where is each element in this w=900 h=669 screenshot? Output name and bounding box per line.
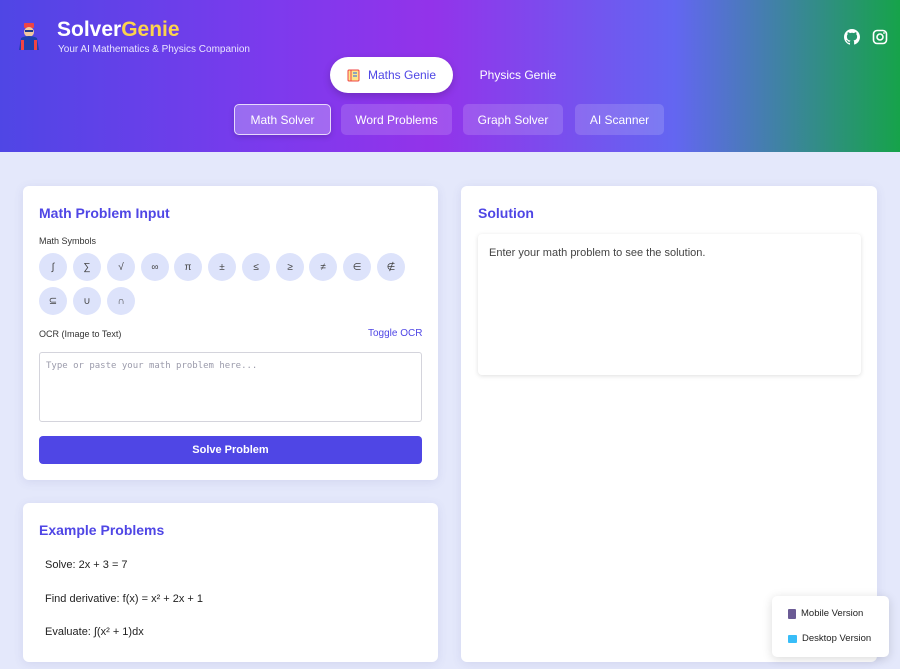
symbol-plusminus-button[interactable]: ± (208, 253, 236, 281)
symbol-sum-button[interactable]: ∑ (73, 253, 101, 281)
desktop-version-label: Desktop Version (802, 633, 872, 644)
math-problem-input[interactable] (39, 352, 422, 422)
subtab-ai-scanner[interactable]: AI Scanner (575, 104, 664, 135)
symbol-sqrt-button[interactable]: √ (107, 253, 135, 281)
symbol-in-button[interactable]: ∈ (343, 253, 371, 281)
solution-output: Enter your math problem to see the solut… (478, 234, 861, 375)
symbol-notin-button[interactable]: ∉ (377, 253, 405, 281)
ocr-label: OCR (Image to Text) (39, 329, 122, 339)
mobile-phone-icon (788, 608, 796, 619)
symbol-subseteq-button[interactable]: ⊆ (39, 287, 67, 315)
genie-logo-icon (19, 23, 39, 50)
math-symbols-label: Math Symbols (39, 236, 97, 246)
input-card-title: Math Problem Input (39, 205, 170, 221)
symbol-union-button[interactable]: ∪ (73, 287, 101, 315)
version-switcher: Mobile Version Desktop Version (772, 596, 889, 657)
mobile-version-label: Mobile Version (801, 608, 864, 619)
example-problem-item[interactable]: Find derivative: f(x) = x² + 2x + 1 (45, 593, 203, 605)
instagram-icon[interactable] (872, 29, 888, 45)
symbol-pi-button[interactable]: π (174, 253, 202, 281)
github-icon[interactable] (844, 29, 860, 45)
tagline: Your AI Mathematics & Physics Companion (58, 44, 250, 55)
tab-physics-genie[interactable]: Physics Genie (470, 57, 566, 93)
tab-maths-genie[interactable]: Maths Genie (330, 57, 453, 93)
header: SolverGenie Your AI Mathematics & Physic… (0, 0, 900, 152)
tab-physics-genie-label: Physics Genie (479, 68, 557, 82)
brand-title: SolverGenie (57, 18, 180, 41)
desktop-version-option[interactable]: Desktop Version (788, 633, 871, 644)
examples-card-title: Example Problems (39, 522, 165, 538)
subtab-graph-solver[interactable]: Graph Solver (463, 104, 563, 135)
symbol-neq-button[interactable]: ≠ (309, 253, 337, 281)
symbol-intersection-button[interactable]: ∩ (107, 287, 135, 315)
symbol-integral-button[interactable]: ∫ (39, 253, 67, 281)
desktop-monitor-icon (788, 634, 797, 643)
subtab-math-solver[interactable]: Math Solver (234, 104, 331, 135)
mobile-version-option[interactable]: Mobile Version (788, 608, 863, 619)
example-problem-item[interactable]: Evaluate: ∫(x² + 1)dx (45, 626, 144, 638)
solution-placeholder-text: Enter your math problem to see the solut… (489, 247, 706, 259)
symbol-leq-button[interactable]: ≤ (242, 253, 270, 281)
example-problem-item[interactable]: Solve: 2x + 3 = 7 (45, 559, 128, 571)
book-icon (347, 69, 360, 81)
symbol-infinity-button[interactable]: ∞ (141, 253, 169, 281)
subtab-word-problems[interactable]: Word Problems (341, 104, 452, 135)
solution-card-title: Solution (478, 205, 534, 221)
symbol-geq-button[interactable]: ≥ (276, 253, 304, 281)
solve-problem-button[interactable]: Solve Problem (39, 436, 422, 464)
tab-maths-genie-label: Maths Genie (367, 68, 437, 82)
toggle-ocr-link[interactable]: Toggle OCR (368, 328, 422, 339)
